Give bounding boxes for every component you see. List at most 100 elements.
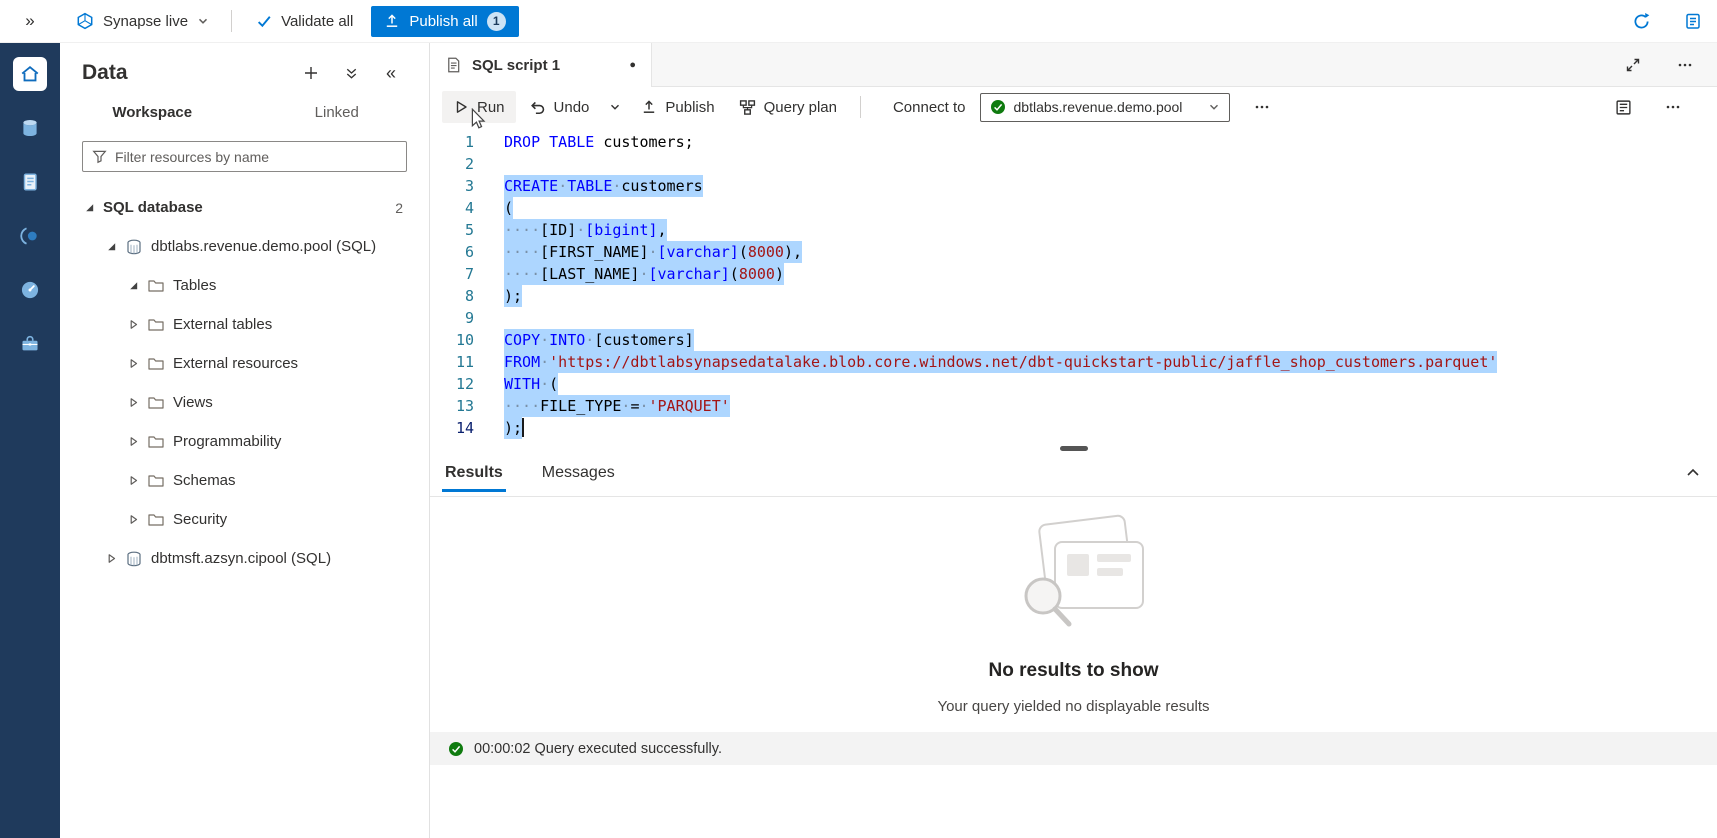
code-line-5[interactable]: 5····[ID]·[bigint], [430, 219, 1717, 241]
tab-sql-script-1[interactable]: SQL script 1 ● [430, 43, 652, 87]
home-icon [19, 63, 41, 85]
nav-rail-expand-icon[interactable]: » [0, 11, 60, 31]
tab-messages[interactable]: Messages [539, 449, 618, 496]
tree-item-programmability[interactable]: Programmability [60, 422, 429, 461]
code-line-1[interactable]: 1DROP TABLE customers; [430, 131, 1717, 153]
code-line-14[interactable]: 14); [430, 417, 1717, 439]
sql-script-icon [445, 56, 462, 74]
collapsed-caret-icon[interactable] [128, 514, 139, 525]
code-line-6[interactable]: 6····[FIRST_NAME]·[varchar](8000), [430, 241, 1717, 263]
refresh-button[interactable] [1629, 9, 1653, 33]
toolbar-more-button[interactable] [1250, 95, 1274, 119]
line-content: ····FILE_TYPE·=·'PARQUET' [504, 395, 730, 417]
tree-item-dbtmsft-azsyn-cipool-sql[interactable]: dbtmsft.azsyn.cipool (SQL) [60, 539, 429, 578]
line-number: 2 [430, 153, 474, 175]
code-line-3[interactable]: 3CREATE·TABLE·customers [430, 175, 1717, 197]
publish-all-button[interactable]: Publish all 1 [371, 6, 518, 37]
line-number: 8 [430, 285, 474, 307]
collapsed-caret-icon[interactable] [106, 553, 117, 564]
collapsed-caret-icon[interactable] [128, 436, 139, 447]
collapsed-caret-icon[interactable] [128, 397, 139, 408]
validate-all-button[interactable]: Validate all [242, 5, 367, 37]
nav-rail-item-develop[interactable] [13, 165, 47, 199]
collapse-results-button[interactable] [1681, 461, 1705, 485]
tree-item-external-tables[interactable]: External tables [60, 305, 429, 344]
nav-rail-item-data[interactable] [13, 111, 47, 145]
data-icon [19, 117, 41, 139]
code-line-10[interactable]: 10COPY·INTO·[customers] [430, 329, 1717, 351]
code-line-8[interactable]: 8); [430, 285, 1717, 307]
nav-rail-item-home[interactable] [13, 57, 47, 91]
undo-dropdown-button[interactable] [602, 91, 628, 123]
tab-linked[interactable]: Linked [245, 93, 430, 131]
panel-more-button[interactable] [1661, 95, 1685, 119]
sql-code-editor[interactable]: 1DROP TABLE customers;23CREATE·TABLE·cus… [430, 127, 1717, 449]
query-plan-button[interactable]: Query plan [728, 91, 848, 123]
empty-results-title: No results to show [989, 660, 1159, 682]
collapsed-caret-icon[interactable] [128, 319, 139, 330]
add-resource-button[interactable] [299, 61, 323, 85]
code-line-11[interactable]: 11FROM·'https://dbtlabsynapsedatalake.bl… [430, 351, 1717, 373]
play-icon [453, 99, 469, 115]
tree-item-external-resources[interactable]: External resources [60, 344, 429, 383]
line-number: 5 [430, 219, 474, 241]
refresh-icon [1632, 12, 1651, 31]
tree-item-label: dbtmsft.azsyn.cipool (SQL) [151, 550, 331, 567]
results-tabs: Results Messages [430, 449, 1717, 497]
tree-item-label: Security [173, 511, 227, 528]
nav-rail-item-monitor[interactable] [13, 273, 47, 307]
folder-icon [147, 277, 165, 295]
toolbar-right-actions [1611, 95, 1705, 119]
publish-button[interactable]: Publish [630, 91, 725, 123]
properties-button[interactable] [1611, 95, 1635, 119]
tree-item-sql-database[interactable]: SQL database2 [60, 188, 429, 227]
workspace-switcher[interactable]: Synapse live [60, 12, 221, 30]
expanded-caret-icon[interactable] [84, 202, 95, 213]
line-content: CREATE·TABLE·customers [504, 175, 703, 197]
bottom-spacer [430, 765, 1717, 838]
collapsed-caret-icon[interactable] [128, 475, 139, 486]
manage-icon [19, 333, 41, 355]
tree-item-views[interactable]: Views [60, 383, 429, 422]
undo-button[interactable]: Undo [518, 91, 601, 123]
tab-more-button[interactable] [1673, 53, 1697, 77]
line-content: ( [504, 197, 513, 219]
release-notes-button[interactable] [1681, 9, 1705, 33]
code-line-2[interactable]: 2 [430, 153, 1717, 175]
page-title: Data [82, 61, 128, 85]
tab-label: Results [445, 464, 503, 481]
run-button[interactable]: Run [442, 91, 516, 123]
code-line-9[interactable]: 9 [430, 307, 1717, 329]
text-cursor [522, 418, 524, 437]
tree-item-schemas[interactable]: Schemas [60, 461, 429, 500]
panel-resize-handle[interactable] [1060, 446, 1088, 451]
expanded-caret-icon[interactable] [106, 241, 117, 252]
collapse-panel-button[interactable]: « [379, 61, 403, 85]
filter-resources-input[interactable] [115, 149, 397, 165]
plus-icon [303, 65, 319, 81]
expanded-caret-icon[interactable] [128, 280, 139, 291]
query-status-bar: 00:00:02 Query executed successfully. [430, 732, 1717, 765]
code-line-7[interactable]: 7····[LAST_NAME]·[varchar](8000) [430, 263, 1717, 285]
tree-item-dbtlabs-revenue-demo-pool-sql[interactable]: dbtlabs.revenue.demo.pool (SQL) [60, 227, 429, 266]
connect-to-pool-dropdown[interactable]: dbtlabs.revenue.demo.pool [980, 93, 1230, 122]
code-line-12[interactable]: 12WITH·( [430, 373, 1717, 395]
nav-rail-item-manage[interactable] [13, 327, 47, 361]
data-panel-tabs: WorkspaceLinked [60, 93, 429, 131]
tree-item-tables[interactable]: Tables [60, 266, 429, 305]
results-empty-state: No results to show Your query yielded no… [430, 497, 1717, 732]
tab-workspace[interactable]: Workspace [60, 93, 245, 131]
tree-item-security[interactable]: Security [60, 500, 429, 539]
code-line-13[interactable]: 13····FILE_TYPE·=·'PARQUET' [430, 395, 1717, 417]
tab-results[interactable]: Results [442, 449, 506, 496]
code-line-4[interactable]: 4( [430, 197, 1717, 219]
line-content: FROM·'https://dbtlabsynapsedatalake.blob… [504, 351, 1497, 373]
collapsed-caret-icon[interactable] [128, 358, 139, 369]
connect-to-label: Connect to [893, 99, 966, 116]
sql-pool-icon [125, 238, 143, 256]
nav-rail-item-integrate[interactable] [13, 219, 47, 253]
expand-editor-button[interactable] [1621, 53, 1645, 77]
upload-icon [641, 99, 657, 115]
validate-all-label: Validate all [281, 13, 353, 30]
collapse-all-button[interactable] [339, 61, 363, 85]
